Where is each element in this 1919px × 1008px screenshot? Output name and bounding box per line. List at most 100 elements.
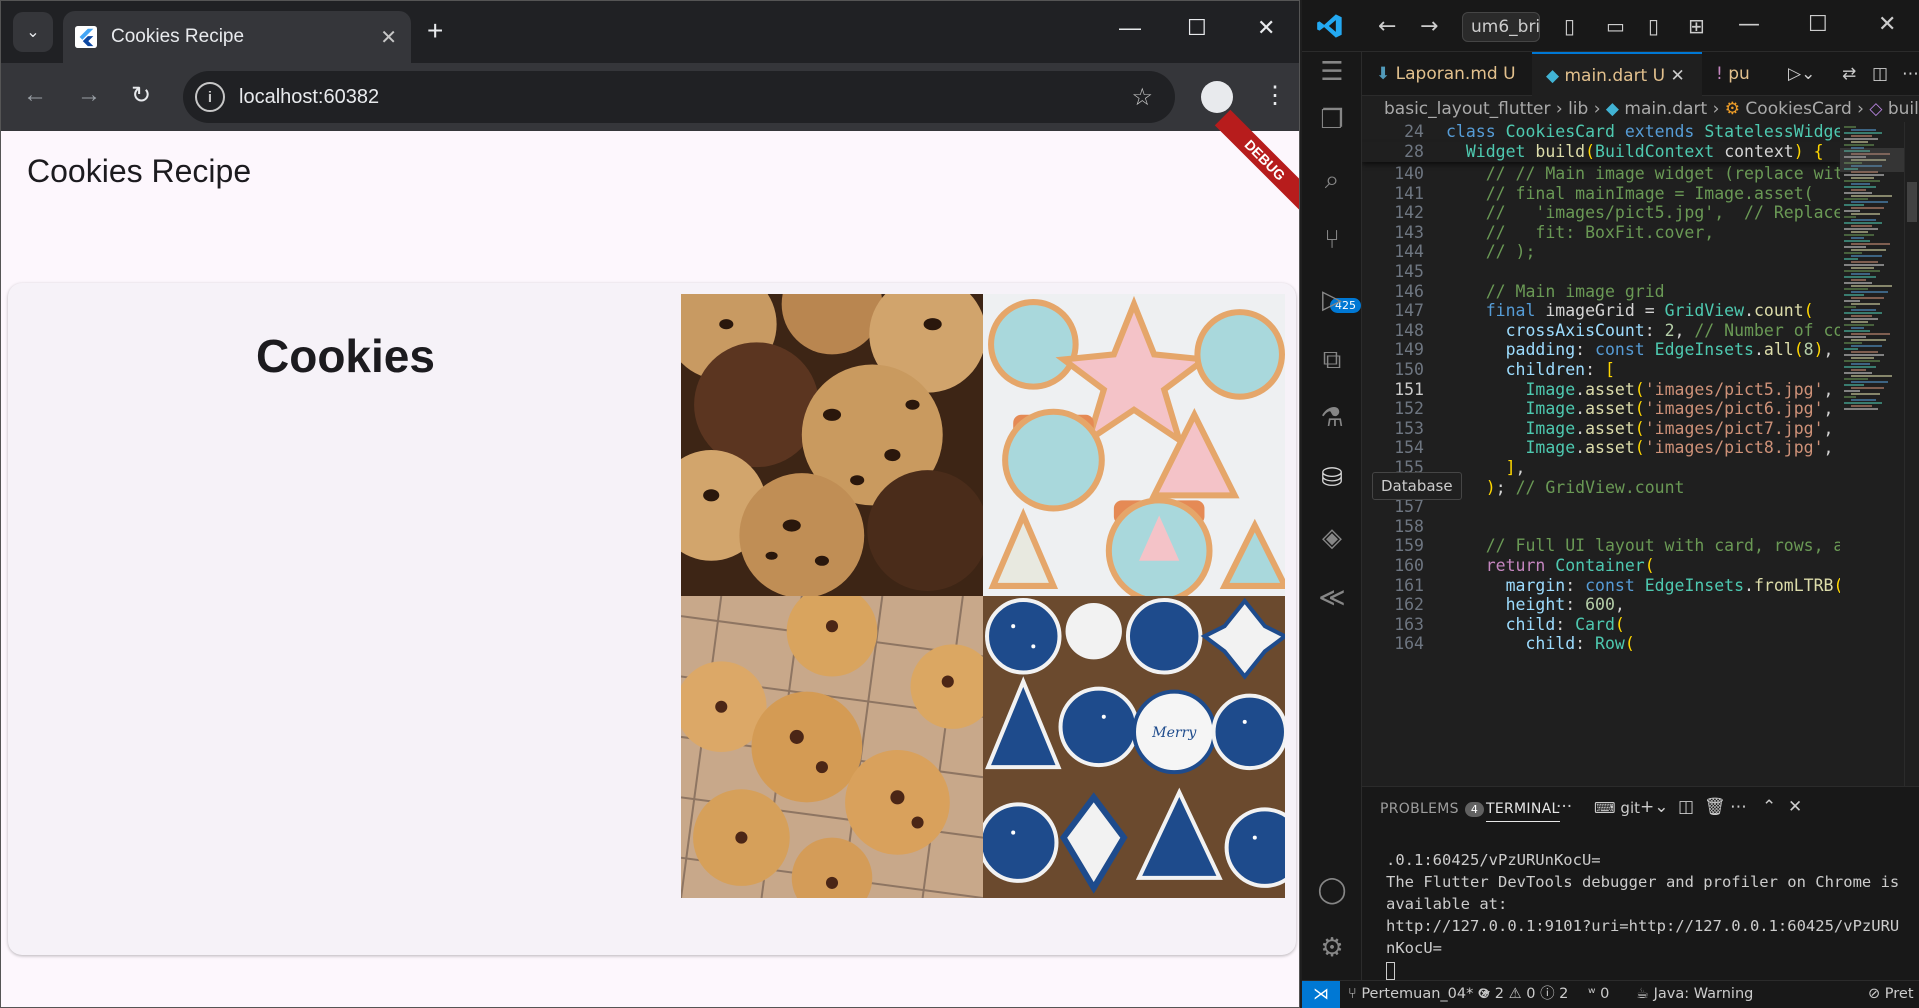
problems-status[interactable]: ⊗ 2 ⚠ 0 ⓘ 2 bbox=[1478, 981, 1568, 1007]
code-line[interactable]: 145 bbox=[1362, 262, 1840, 282]
extensions-icon[interactable]: ⧉ bbox=[1316, 344, 1348, 376]
code-line[interactable]: 163 child: Card( bbox=[1362, 615, 1840, 635]
profile-icon[interactable] bbox=[1201, 81, 1233, 113]
back-icon[interactable]: ← bbox=[1378, 14, 1396, 39]
kill-terminal-icon[interactable]: 🗑 bbox=[1704, 797, 1726, 817]
flutter-icon[interactable]: ≪ bbox=[1316, 582, 1348, 614]
code-line[interactable]: 162 height: 600, bbox=[1362, 595, 1840, 615]
minimap-slider[interactable] bbox=[1840, 148, 1904, 172]
forward-icon[interactable]: → bbox=[77, 81, 101, 109]
code-editor[interactable]: 140 // // Main image widget (replace wit… bbox=[1362, 122, 1840, 786]
back-icon[interactable]: ← bbox=[23, 81, 47, 109]
breadcrumb-file[interactable]: main.dart bbox=[1624, 99, 1707, 119]
problems-tab[interactable]: PROBLEMS 4 bbox=[1380, 801, 1485, 817]
site-info-icon[interactable]: i bbox=[195, 82, 225, 112]
activity-bar: ☰ ❐ ⌕ ⑂ 425 ▷ ⧉ ⚗ ⛁ ◈ ≪ ◯ ⚙ bbox=[1302, 52, 1362, 980]
code-line[interactable]: 161 margin: const EdgeInsets.fromLTRB(0, bbox=[1362, 576, 1840, 596]
prettier-status[interactable]: ⊘ Pret bbox=[1868, 981, 1914, 1007]
settings-gear-icon[interactable]: ⚙ bbox=[1316, 932, 1348, 964]
close-window-button[interactable]: ✕ bbox=[1257, 15, 1275, 41]
code-line[interactable]: 140 // // Main image widget (replace wit… bbox=[1362, 164, 1840, 184]
minimap[interactable] bbox=[1840, 122, 1904, 786]
code-line[interactable]: 149 padding: const EdgeInsets.all(8), bbox=[1362, 340, 1840, 360]
java-status[interactable]: ☕ Java: Warning bbox=[1636, 981, 1753, 1007]
toggle-secondary-sidebar-icon[interactable]: ▯ bbox=[1648, 14, 1659, 38]
git-branch-status[interactable]: ⑂ Pertemuan_04* ⟳ bbox=[1348, 981, 1490, 1007]
code-line[interactable]: 164 child: Row( bbox=[1362, 634, 1840, 654]
address-bar[interactable]: i localhost:60382 ☆ bbox=[183, 71, 1175, 123]
database-icon[interactable]: ⛁ bbox=[1316, 462, 1348, 494]
close-tab-icon[interactable]: ✕ bbox=[1670, 66, 1684, 86]
terminal-tab[interactable]: TERMINAL bbox=[1486, 801, 1560, 822]
browser-tab[interactable]: Cookies Recipe ✕ bbox=[63, 11, 411, 63]
minimap-line bbox=[1844, 198, 1868, 200]
close-tab-icon[interactable]: ✕ bbox=[380, 25, 397, 50]
line-number: 152 bbox=[1394, 399, 1424, 419]
code-line[interactable]: 146 // Main image grid bbox=[1362, 282, 1840, 302]
breadcrumb-class[interactable]: CookiesCard bbox=[1745, 99, 1851, 119]
code-line[interactable]: 160 return Container( bbox=[1362, 556, 1840, 576]
account-icon[interactable]: ◯ bbox=[1316, 874, 1348, 906]
code-line[interactable]: 152 Image.asset('images/pict6.jpg', fi bbox=[1362, 399, 1840, 419]
line-number: 149 bbox=[1394, 340, 1424, 360]
reload-icon[interactable]: ↻ bbox=[131, 81, 151, 110]
code-line[interactable]: 154 Image.asset('images/pict8.jpg', fi bbox=[1362, 438, 1840, 458]
remote-indicator-icon[interactable]: ⋊ bbox=[1302, 981, 1340, 1008]
maximize-button[interactable]: ☐ bbox=[1808, 12, 1828, 37]
breadcrumb-method[interactable]: build bbox=[1888, 99, 1919, 119]
panel-more-icon[interactable]: ··· bbox=[1556, 797, 1572, 817]
sticky-scroll-line[interactable]: 28 Widget build(BuildContext context) { bbox=[1362, 141, 1840, 162]
code-line[interactable]: 142 // 'images/pict5.jpg', // Replace w bbox=[1362, 203, 1840, 223]
maximize-panel-icon[interactable]: ⌃ bbox=[1762, 797, 1776, 817]
tab-laporan[interactable]: ⬇ Laporan.md U bbox=[1362, 52, 1532, 96]
code-line[interactable]: 141 // final mainImage = Image.asset( bbox=[1362, 184, 1840, 204]
panel-actions-icon[interactable]: ⋯ bbox=[1730, 797, 1747, 817]
code-line[interactable]: 157 bbox=[1362, 497, 1840, 517]
maximize-button[interactable]: ☐ bbox=[1187, 15, 1207, 41]
customize-layout-icon[interactable]: ⊞ bbox=[1688, 14, 1705, 38]
code-line[interactable]: 153 Image.asset('images/pict7.jpg', fi bbox=[1362, 419, 1840, 439]
search-icon[interactable]: ⌕ bbox=[1316, 164, 1348, 196]
explorer-icon[interactable]: ❐ bbox=[1316, 104, 1348, 136]
terminal-shell-selector[interactable]: ⌨ git bbox=[1594, 799, 1640, 817]
code-line[interactable]: 158 bbox=[1362, 517, 1840, 537]
split-terminal-icon[interactable]: ◫ bbox=[1678, 797, 1694, 817]
minimap-line bbox=[1851, 291, 1888, 293]
editor-scrollbar[interactable] bbox=[1904, 122, 1919, 786]
source-control-icon[interactable]: ⑂ bbox=[1316, 224, 1348, 256]
tab-list-icon[interactable]: ⌄ bbox=[13, 12, 53, 52]
testing-icon[interactable]: ⚗ bbox=[1316, 402, 1348, 434]
toggle-panel-icon[interactable]: ▭ bbox=[1606, 14, 1625, 38]
code-line[interactable]: 148 crossAxisCount: 2, // Number of colu bbox=[1362, 321, 1840, 341]
menu-icon[interactable]: ☰ bbox=[1316, 56, 1348, 88]
code-line[interactable]: 159 // Full UI layout with card, rows, a… bbox=[1362, 536, 1840, 556]
sticky-scroll-line[interactable]: 24 class CookiesCard extends StatelessWid… bbox=[1362, 122, 1840, 142]
close-window-button[interactable]: ✕ bbox=[1878, 12, 1896, 37]
breadcrumb-folder[interactable]: basic_layout_flutter bbox=[1384, 99, 1550, 119]
run-button[interactable]: ▷⌄ bbox=[1774, 52, 1829, 96]
menu-icon[interactable]: ⋮ bbox=[1263, 81, 1287, 110]
code-line[interactable]: 143 // fit: BoxFit.cover, bbox=[1362, 223, 1840, 243]
code-line[interactable]: 147 final imageGrid = GridView.count( bbox=[1362, 301, 1840, 321]
code-line[interactable]: 150 children: [ bbox=[1362, 360, 1840, 380]
command-center-search[interactable]: um6_brilli bbox=[1462, 12, 1540, 42]
run-debug-icon[interactable]: ▷ bbox=[1316, 284, 1348, 316]
bookmark-star-icon[interactable]: ☆ bbox=[1131, 83, 1153, 112]
forward-icon[interactable]: → bbox=[1420, 14, 1438, 39]
tab-pubspec[interactable]: ! pu bbox=[1702, 52, 1782, 96]
terminal-output[interactable]: .0.1:60425/vPzURUnKocU= The Flutter DevT… bbox=[1386, 849, 1908, 981]
toggle-primary-sidebar-icon[interactable]: ▯ bbox=[1564, 14, 1575, 38]
close-panel-icon[interactable]: ✕ bbox=[1788, 797, 1802, 817]
code-line[interactable]: 151 Image.asset('images/pict5.jpg', fi bbox=[1362, 380, 1840, 400]
minimize-button[interactable]: — bbox=[1119, 15, 1141, 41]
code-line[interactable]: 144 // ); bbox=[1362, 242, 1840, 262]
new-terminal-icon[interactable]: +⌄ bbox=[1640, 797, 1669, 817]
new-tab-button[interactable]: + bbox=[427, 15, 443, 47]
tab-main-dart[interactable]: ◆ main.dart U ✕ bbox=[1532, 52, 1702, 96]
layers-icon[interactable]: ◈ bbox=[1316, 522, 1348, 554]
more-actions-icon[interactable]: ⋯ bbox=[1888, 52, 1919, 96]
blue-christmas-cookies-photo: Merry bbox=[983, 596, 1285, 898]
breadcrumb-lib[interactable]: lib bbox=[1568, 99, 1588, 119]
ports-status[interactable]: ʷ 0 bbox=[1588, 981, 1609, 1007]
minimize-button[interactable]: — bbox=[1738, 12, 1760, 37]
